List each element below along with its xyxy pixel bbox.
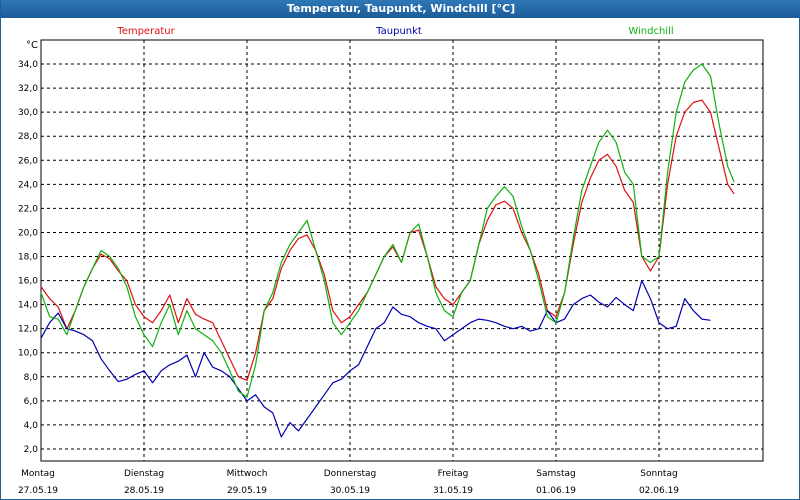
x-tick-date: 28.05.19	[124, 486, 164, 496]
legend-taupunkt: Taupunkt	[375, 26, 422, 37]
legend-temperatur: Temperatur	[116, 26, 175, 37]
x-tick-weekday: Montag	[21, 469, 55, 479]
y-tick-label: 2,0	[24, 445, 39, 455]
y-tick-label: 8,0	[24, 373, 39, 383]
y-tick-label: 10,0	[18, 349, 38, 359]
x-axis-ticks: Montag 27.05.19 Dienstag 28.05.19 Mittwoch 29…	[18, 469, 679, 496]
x-tick-date: 29.05.19	[227, 486, 267, 496]
y-tick-label: 34,0	[18, 60, 38, 70]
x-tick-weekday: Freitag	[438, 469, 469, 479]
x-tick-weekday: Sonntag	[640, 469, 677, 479]
x-tick-weekday: Donnerstag	[324, 469, 377, 479]
y-tick-label: 6,0	[24, 397, 39, 407]
y-tick-label: 12,0	[18, 325, 38, 335]
x-tick-weekday: Mittwoch	[227, 469, 268, 479]
y-axis-unit: °C	[26, 40, 38, 51]
y-tick-label: 30,0	[18, 108, 38, 118]
x-tick-date: 01.06.19	[536, 486, 576, 496]
plot-area	[40, 39, 764, 462]
x-tick-date: 30.05.19	[330, 486, 370, 496]
legend-windchill: Windchill	[628, 26, 673, 37]
x-tick-date: 27.05.19	[18, 486, 58, 496]
y-axis-ticks: 2,0 4,0 6,0 8,0 10,0 12,0 14,0 16,0 18,0 20,0 22,0…	[18, 60, 38, 455]
y-tick-label: 24,0	[18, 180, 38, 190]
y-tick-label: 4,0	[24, 421, 39, 431]
y-tick-label: 22,0	[18, 204, 38, 214]
x-tick-weekday: Dienstag	[124, 469, 164, 479]
line-chart: 2,0 4,0 6,0 8,0 10,0 12,0 14,0 16,0 18,0 20,0 22,0…	[18, 26, 764, 496]
chart-window: Temperatur, Taupunkt, Windchill [°C] 2,0…	[0, 0, 800, 500]
y-tick-label: 32,0	[18, 84, 38, 94]
y-tick-label: 14,0	[18, 301, 38, 311]
x-tick-weekday: Samstag	[536, 469, 575, 479]
x-tick-date: 31.05.19	[433, 486, 473, 496]
y-tick-label: 16,0	[18, 277, 38, 287]
y-tick-label: 20,0	[18, 228, 38, 238]
y-tick-label: 28,0	[18, 132, 38, 142]
y-tick-label: 26,0	[18, 156, 38, 166]
x-tick-date: 02.06.19	[639, 486, 679, 496]
y-tick-label: 18,0	[18, 253, 38, 263]
